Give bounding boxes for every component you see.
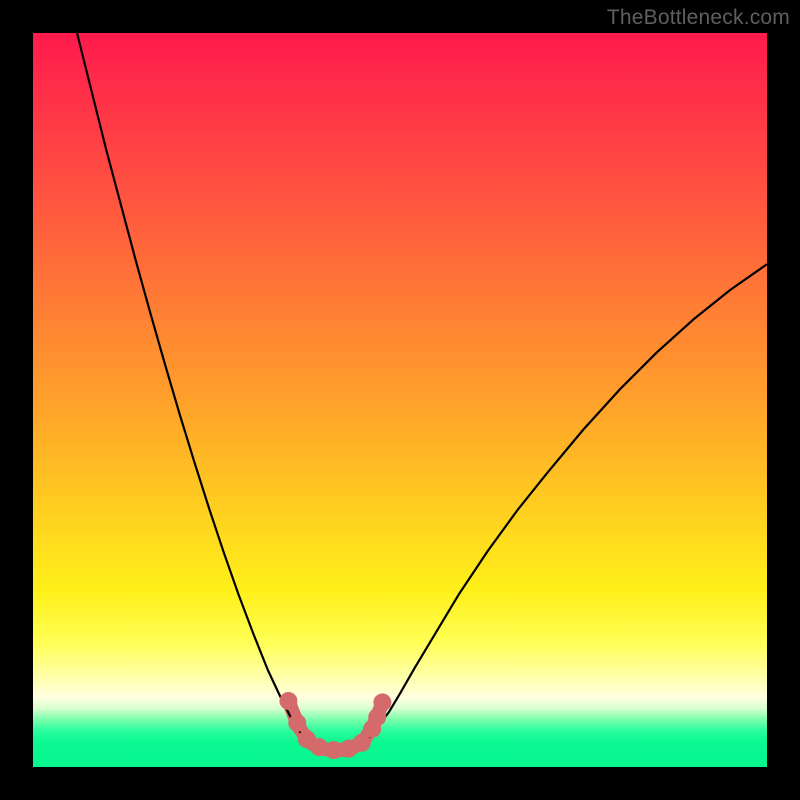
chart-frame: TheBottleneck.com xyxy=(0,0,800,800)
trough-marker xyxy=(279,692,297,710)
trough-marker xyxy=(288,714,306,732)
plot-area xyxy=(33,33,767,767)
series-left-branch xyxy=(77,33,310,741)
watermark-text: TheBottleneck.com xyxy=(607,6,790,30)
series-right-branch xyxy=(365,264,767,741)
trough-marker xyxy=(368,708,386,726)
curve-layer xyxy=(33,33,767,767)
